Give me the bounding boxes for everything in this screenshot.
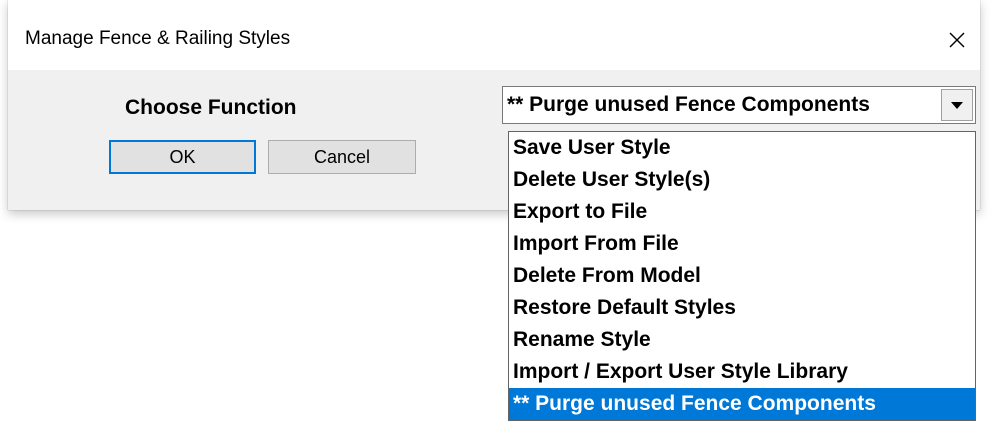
list-item-import-export-library[interactable]: Import / Export User Style Library [509,356,975,388]
chevron-down-icon [951,102,963,109]
function-dropdown-list[interactable]: Save User Style Delete User Style(s) Exp… [508,131,976,421]
list-item-rename-style[interactable]: Rename Style [509,324,975,356]
choose-function-label: Choose Function [125,96,297,119]
list-item-export-to-file[interactable]: Export to File [509,196,975,228]
list-item-import-from-file[interactable]: Import From File [509,228,975,260]
ok-button[interactable]: OK [109,140,256,174]
title-bar[interactable]: Manage Fence & Railing Styles [8,0,980,80]
cancel-button[interactable]: Cancel [268,140,416,174]
list-item-delete-from-model[interactable]: Delete From Model [509,260,975,292]
list-item-restore-default-styles[interactable]: Restore Default Styles [509,292,975,324]
close-button[interactable] [934,18,980,62]
close-icon [949,32,965,48]
dropdown-arrow-button[interactable] [941,89,973,121]
combobox-selected-value: ** Purge unused Fence Components [507,93,870,116]
list-item-delete-user-styles[interactable]: Delete User Style(s) [509,164,975,196]
dialog-title: Manage Fence & Railing Styles [25,28,291,49]
list-item-purge-unused-components[interactable]: ** Purge unused Fence Components [509,388,975,420]
function-combobox[interactable]: ** Purge unused Fence Components [502,86,976,124]
list-item-save-user-style[interactable]: Save User Style [509,132,975,164]
